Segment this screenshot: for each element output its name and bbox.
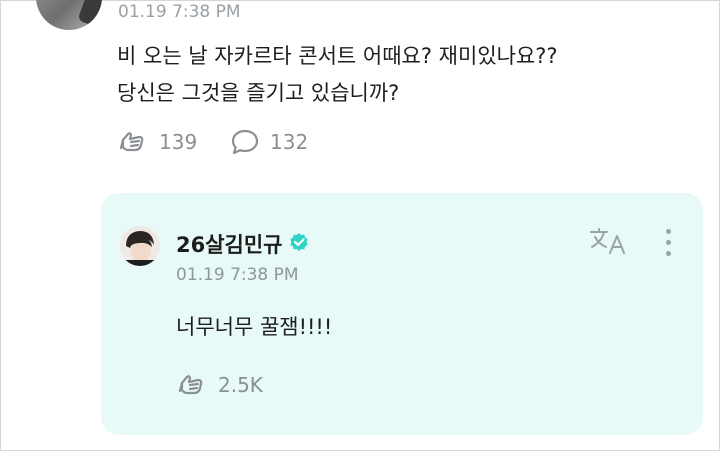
translate-button[interactable] xyxy=(589,227,629,261)
fan-comment-button[interactable]: 132 xyxy=(230,128,308,156)
more-dot-2 xyxy=(666,240,671,245)
artist-avatar[interactable] xyxy=(120,226,160,266)
artist-reply-timestamp: 01.19 7:38 PM xyxy=(176,265,299,285)
more-options-button[interactable] xyxy=(659,225,679,261)
artist-reply-card: 26살김민규 01.19 7:38 PM 너무너무 꿀잼!!!! 2.5K xyxy=(101,193,703,435)
heart-hands-icon xyxy=(176,371,208,399)
artist-like-button[interactable]: 2.5K xyxy=(176,371,263,399)
artist-like-count: 2.5K xyxy=(218,373,263,397)
more-dot-1 xyxy=(666,229,671,234)
speech-bubble-icon xyxy=(230,128,260,156)
fan-post-text: 비 오는 날 자카르타 콘서트 어때요? 재미있나요?? 당신은 그것을 즐기고… xyxy=(117,38,697,112)
fan-post-timestamp: 01.19 7:38 PM xyxy=(118,2,241,22)
fan-like-button[interactable]: 139 xyxy=(117,128,197,156)
heart-hands-icon xyxy=(117,128,149,156)
fan-post-text-line-2: 당신은 그것을 즐기고 있습니까? xyxy=(117,81,400,105)
fan-like-count: 139 xyxy=(159,130,198,154)
fan-post-text-line-1: 비 오는 날 자카르타 콘서트 어때요? 재미있나요?? xyxy=(117,44,558,68)
verified-badge-icon xyxy=(289,232,309,257)
artist-name-text: 26살김민규 xyxy=(176,233,283,257)
fan-comment-count: 132 xyxy=(270,130,309,154)
translate-icon xyxy=(589,228,629,261)
artist-reply-text: 너무너무 꿀잼!!!! xyxy=(176,315,333,339)
artist-name[interactable]: 26살김민규 xyxy=(176,229,309,259)
more-dot-3 xyxy=(666,251,671,256)
